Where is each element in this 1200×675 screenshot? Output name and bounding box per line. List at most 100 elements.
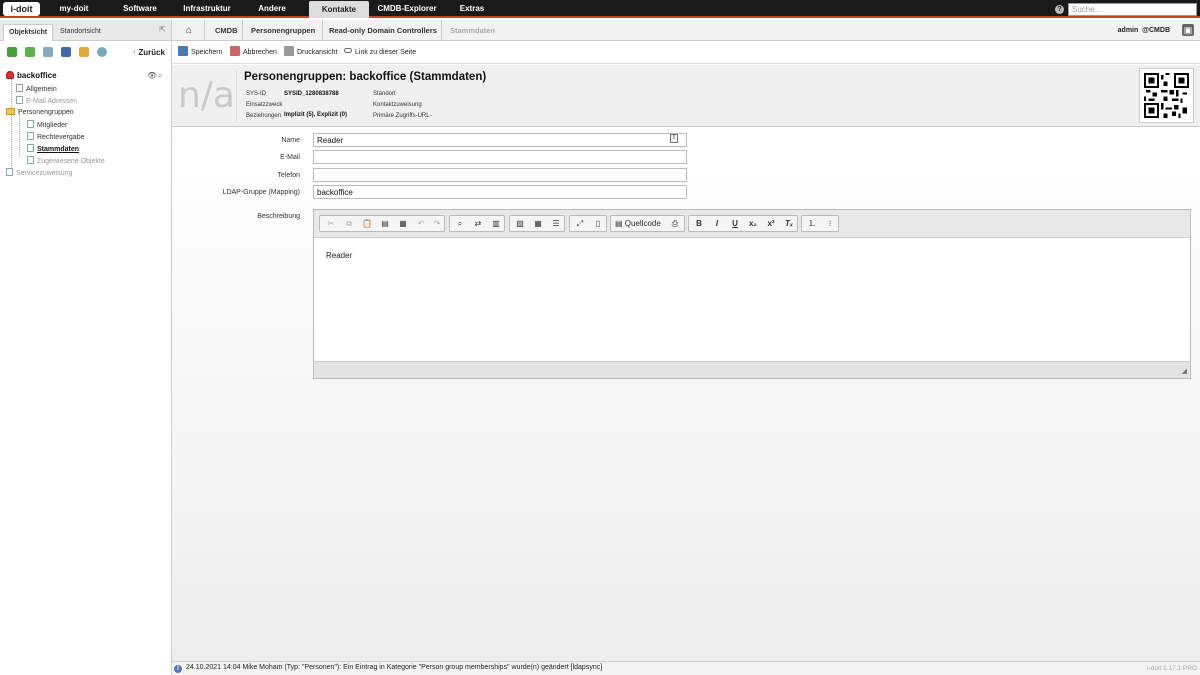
name-label: Name: [281, 137, 300, 144]
tree-item-servicezuweisung[interactable]: Servicezuweisung: [6, 168, 72, 177]
page-icon: [16, 96, 23, 104]
user-info[interactable]: admin @CMDB: [1118, 20, 1170, 41]
ldap-label: LDAP-Gruppe (Mapping): [222, 189, 300, 196]
underline-icon[interactable]: U: [726, 216, 744, 231]
nav-andere[interactable]: Andere: [248, 0, 296, 18]
top-navigation-bar: i-doit my-doit Software Infrastruktur An…: [0, 0, 1200, 18]
comment-icon[interactable]: [97, 47, 107, 57]
link-button[interactable]: Link zu dieser Seite: [344, 42, 416, 64]
tree-root-backoffice[interactable]: backoffice: [6, 71, 57, 80]
tree-view-icon[interactable]: [7, 47, 17, 57]
tree-item-mitglieder[interactable]: Mitglieder: [27, 120, 67, 129]
breadcrumb-cmdb[interactable]: CMDB: [215, 20, 238, 41]
tree-line: [11, 78, 12, 170]
action-bar: Speichern Abbrechen Druckansicht Link zu…: [172, 42, 1200, 64]
maximize-icon[interactable]: ⤢: [571, 216, 589, 231]
warning-icon[interactable]: !: [670, 134, 678, 143]
name-field[interactable]: [313, 133, 687, 147]
person-group-icon: [6, 71, 14, 79]
lock-icon[interactable]: [79, 47, 89, 57]
tree-item-personengruppen[interactable]: Personengruppen: [6, 108, 74, 116]
tree-item-stammdaten[interactable]: Stammdaten: [27, 144, 79, 153]
toolbar-group-source: ▤ Quellcode ⎙: [610, 215, 685, 232]
toolbar-group-view: ⤢ ▯: [569, 215, 607, 232]
resize-handle-icon[interactable]: ◢: [1182, 367, 1187, 375]
replace-icon[interactable]: ⇄: [469, 216, 487, 231]
status-message[interactable]: 24.10.2021 14:04 Mike Moham (Typ: "Perso…: [186, 664, 602, 671]
paste-icon[interactable]: 📋: [358, 216, 376, 231]
page-icon: [27, 144, 34, 152]
nav-extras[interactable]: Extras: [451, 0, 493, 18]
toolbar-group-insert: ▨ ▦ ☰: [509, 215, 565, 232]
cut-icon[interactable]: ✂: [322, 216, 340, 231]
home-icon[interactable]: ⌂: [186, 25, 192, 36]
breadcrumb-object[interactable]: Read-only Domain Controllers: [329, 20, 437, 41]
toolbar-group-find: ⌕ ⇄ ▥: [449, 215, 505, 232]
source-button[interactable]: ▤ Quellcode: [612, 216, 668, 231]
toolbar-group-clipboard: ✂ ⧉ 📋 ▤ ▦ ↶ ↷: [319, 215, 445, 232]
standort-label: Standort: [373, 91, 396, 97]
cancel-button[interactable]: Abbrechen: [230, 42, 277, 64]
sidebar-tabs: Objektsicht Standortsicht ⇱: [0, 20, 171, 41]
remove-format-icon[interactable]: Tₓ: [780, 216, 798, 231]
list-icon[interactable]: [43, 47, 53, 57]
search-icon[interactable]: ⌕: [158, 71, 162, 81]
qr-code[interactable]: [1139, 68, 1194, 123]
email-field[interactable]: [313, 150, 687, 164]
collapse-sidebar-icon[interactable]: ⇱: [159, 25, 166, 34]
user-icon[interactable]: ▣: [1182, 24, 1194, 36]
redo-icon[interactable]: ↷: [428, 216, 446, 231]
paste-word-icon[interactable]: ▦: [394, 216, 412, 231]
help-icon[interactable]: ?: [1055, 5, 1064, 14]
qr-code-graphic: [1144, 73, 1189, 118]
subscript-icon[interactable]: x₂: [744, 216, 762, 231]
nav-kontakte[interactable]: Kontakte: [309, 1, 369, 18]
page-icon: [27, 132, 34, 140]
search-input[interactable]: [1068, 3, 1197, 16]
print-view-button[interactable]: Druckansicht: [284, 42, 337, 64]
tab-standortsicht[interactable]: Standortsicht: [55, 24, 106, 41]
idoit-logo[interactable]: i-doit: [3, 2, 40, 16]
ldap-group-field[interactable]: [313, 185, 687, 199]
select-all-icon[interactable]: ▥: [487, 216, 505, 231]
tree-item-zugewiesene-objekte[interactable]: Zugewiesene Objekte: [27, 156, 105, 165]
page-icon: [6, 168, 13, 176]
page-title: Personengruppen: backoffice (Stammdaten): [244, 71, 487, 83]
nav-my-doit[interactable]: my-doit: [50, 0, 98, 18]
toolbar-group-lists: ⒈ ⁝: [801, 215, 839, 232]
nav-cmdb-explorer[interactable]: CMDB-Explorer: [376, 0, 438, 18]
image-icon[interactable]: ▨: [511, 216, 529, 231]
numbered-list-icon[interactable]: ⒈: [803, 216, 821, 231]
version-label: i-doit 1.17.1 PRO: [1147, 665, 1197, 672]
book-icon[interactable]: [61, 47, 71, 57]
tree-item-email[interactable]: E-Mail Adressen: [16, 96, 77, 105]
save-button[interactable]: Speichern: [178, 42, 223, 64]
status-bar: i 24.10.2021 14:04 Mike Moham (Typ: "Per…: [172, 661, 1200, 675]
page-icon: [16, 84, 23, 92]
horizontal-rule-icon[interactable]: ☰: [547, 216, 565, 231]
show-blocks-icon[interactable]: ▯: [589, 216, 607, 231]
expand-icon[interactable]: [25, 47, 35, 57]
nav-infrastruktur[interactable]: Infrastruktur: [175, 0, 239, 18]
superscript-icon[interactable]: x²: [762, 216, 780, 231]
copy-icon[interactable]: ⧉: [340, 216, 358, 231]
table-icon[interactable]: ▦: [529, 216, 547, 231]
editor-content[interactable]: Reader: [314, 239, 1190, 361]
eye-icon[interactable]: 👁: [147, 71, 157, 80]
breadcrumb-personengruppen[interactable]: Personengruppen: [251, 20, 315, 41]
editor-statusbar: ◢: [314, 361, 1190, 378]
telefon-field[interactable]: [313, 168, 687, 182]
object-image-placeholder: n/a: [177, 70, 237, 122]
tree-item-rechtevergabe[interactable]: Rechtevergabe: [27, 132, 84, 141]
breadcrumb-separator: [441, 20, 442, 41]
bold-icon[interactable]: B: [690, 216, 708, 231]
tab-objektsicht[interactable]: Objektsicht: [3, 24, 54, 41]
nav-software[interactable]: Software: [112, 0, 168, 18]
paste-text-icon[interactable]: ▤: [376, 216, 394, 231]
italic-icon[interactable]: I: [708, 216, 726, 231]
tree-item-allgemein[interactable]: Allgemein: [16, 84, 57, 93]
back-button[interactable]: ↑ Zurück: [132, 48, 165, 57]
find-icon[interactable]: ⌕: [451, 216, 469, 231]
print-icon[interactable]: ⎙: [666, 216, 684, 231]
bulleted-list-icon[interactable]: ⁝: [821, 216, 839, 231]
